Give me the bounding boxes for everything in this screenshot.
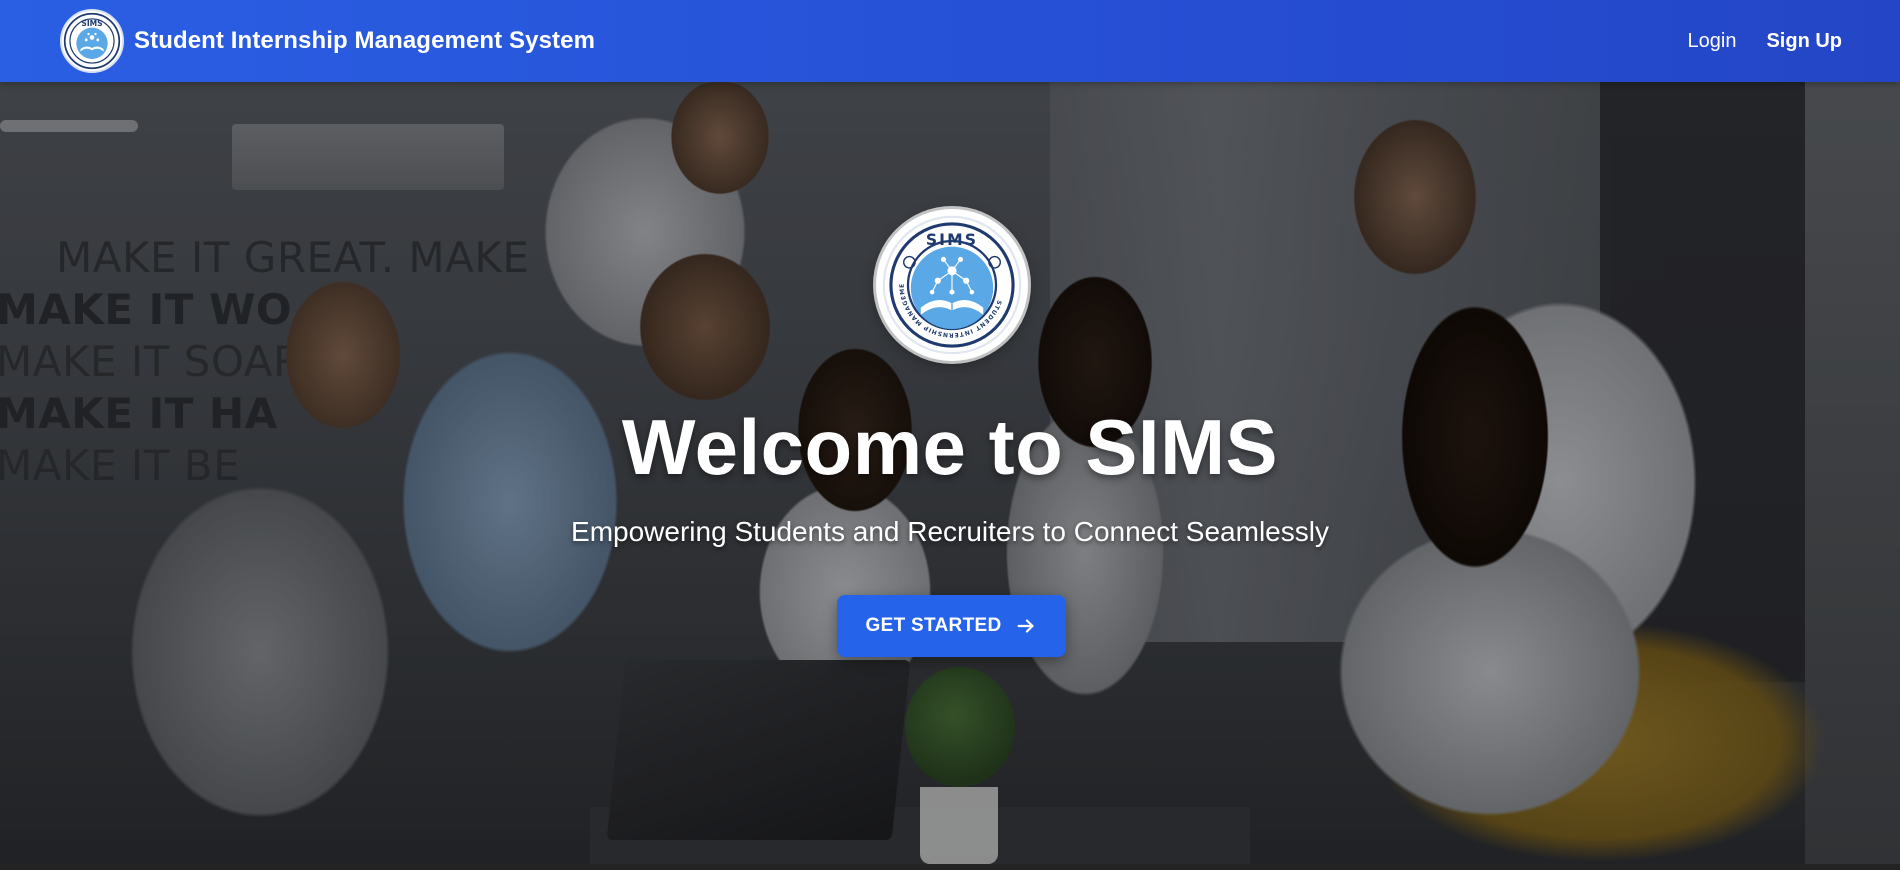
page-bottom-edge (0, 864, 1900, 870)
get-started-button[interactable]: GET STARTED (837, 595, 1066, 657)
get-started-label: GET STARTED (865, 615, 1002, 636)
brand-logo-text: SIMS (81, 19, 102, 28)
hero-section: MAKE IT GREAT. MAKE MAKE IT WO MAKE IT S… (0, 82, 1900, 864)
hero-subtitle: Empowering Students and Recruiters to Co… (571, 516, 1329, 547)
nav-links: Login Sign Up (1688, 30, 1842, 53)
hero-sims-logo-icon: SIMS STUDENT INTERNSHIP MANAGEMENT SYSTE… (876, 209, 1028, 361)
brand-title: Student Internship Management System (134, 27, 596, 54)
signup-link[interactable]: Sign Up (1766, 30, 1842, 53)
brand-home-link[interactable]: SIMS Student Internship Management Syste… (60, 9, 595, 73)
arrow-right-icon (1015, 615, 1037, 637)
login-link[interactable]: Login (1688, 30, 1737, 53)
hero-logo-text: SIMS (926, 231, 978, 249)
top-navbar: SIMS Student Internship Management Syste… (0, 0, 1900, 82)
sims-logo-icon: SIMS (60, 9, 124, 73)
hero-title: Welcome to SIMS (621, 403, 1279, 491)
